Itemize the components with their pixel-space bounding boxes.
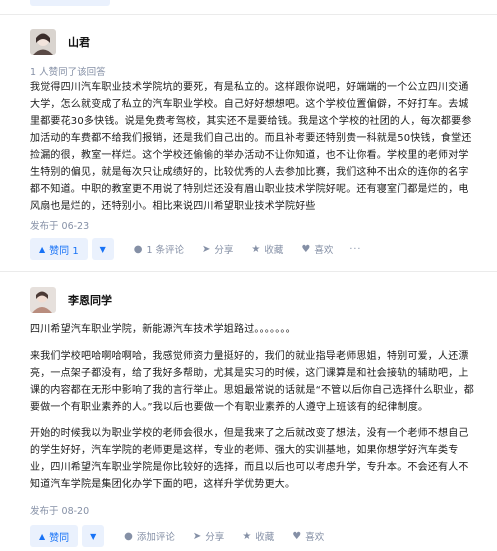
collect-button[interactable]: ★ 收藏 <box>242 529 275 544</box>
comment-button[interactable]: ● 1 条评论 <box>133 242 185 257</box>
heart-icon: ♥ <box>292 530 302 542</box>
upvote-arrow-icon: ▲ <box>39 244 46 254</box>
answer-content: 我觉得四川汽车职业技术学院坑的要死，有是私立的。这样跟你说吧，好端端的一个公立四… <box>30 79 475 215</box>
divider <box>0 14 497 15</box>
avatar-image-icon <box>30 29 56 55</box>
star-icon: ★ <box>242 530 252 542</box>
comment-button[interactable]: ● 添加评论 <box>124 529 175 544</box>
answer-content: 四川希望汽车职业学院，新能源汽车技术学姐路过。。。。。。。 来我们学校吧哈啊哈啊… <box>30 321 475 493</box>
like-button[interactable]: ♥ 喜欢 <box>301 242 334 257</box>
heart-icon: ♥ <box>301 243 311 255</box>
upvote-button[interactable]: ▲ 赞同 <box>30 525 79 547</box>
comment-label: 1 条评论 <box>146 245 185 256</box>
answer-paragraph: 我觉得四川汽车职业技术学院坑的要死，有是私立的。这样跟你说吧，好端端的一个公立四… <box>30 82 472 212</box>
previous-upvote-button-fragment[interactable] <box>30 0 110 6</box>
downvote-button[interactable]: ▼ <box>82 525 105 547</box>
downvote-arrow-icon: ▼ <box>99 244 106 254</box>
share-icon: ➤ <box>202 243 211 255</box>
action-bar: ▲ 赞同 1 ▼ ● 1 条评论 ➤ 分享 ★ 收藏 ♥ 喜欢 ··· <box>30 238 361 260</box>
avatar-image-icon <box>30 287 56 313</box>
divider <box>0 271 497 272</box>
share-label: 分享 <box>214 245 234 256</box>
collect-button[interactable]: ★ 收藏 <box>251 242 284 257</box>
like-label: 喜欢 <box>314 245 334 256</box>
upvote-label: 赞同 <box>49 532 70 544</box>
share-button[interactable]: ➤ 分享 <box>192 529 225 544</box>
publish-date[interactable]: 发布于 06-23 <box>30 218 89 232</box>
action-bar: ▲ 赞同 ▼ ● 添加评论 ➤ 分享 ★ 收藏 ♥ 喜欢 <box>30 525 324 547</box>
upvote-button[interactable]: ▲ 赞同 1 <box>30 238 88 260</box>
previous-answer-actions-fragment <box>0 0 497 12</box>
collect-label: 收藏 <box>264 245 284 256</box>
answer-paragraph: 四川希望汽车职业学院，新能源汽车技术学姐路过。。。。。。。 <box>30 324 296 335</box>
share-button[interactable]: ➤ 分享 <box>202 242 234 257</box>
like-label: 喜欢 <box>305 532 325 543</box>
upvote-label: 赞同 1 <box>49 245 79 257</box>
share-icon: ➤ <box>192 530 202 542</box>
author-info: 山君 <box>30 29 90 55</box>
publish-date[interactable]: 发布于 08-20 <box>30 503 89 517</box>
more-icon: ··· <box>349 243 362 255</box>
comment-label: 添加评论 <box>136 532 175 543</box>
share-label: 分享 <box>205 532 225 543</box>
author-name[interactable]: 山君 <box>68 34 90 50</box>
downvote-arrow-icon: ▼ <box>90 531 97 541</box>
more-button[interactable]: ··· <box>349 244 361 255</box>
author-info: 李恩同学 <box>30 287 112 313</box>
author-name[interactable]: 李恩同学 <box>68 292 112 308</box>
avatar[interactable] <box>30 287 56 313</box>
upvote-arrow-icon: ▲ <box>39 531 46 541</box>
star-icon: ★ <box>251 243 261 255</box>
comment-icon: ● <box>124 530 133 542</box>
collect-label: 收藏 <box>255 532 275 543</box>
like-button[interactable]: ♥ 喜欢 <box>292 529 325 544</box>
answer-paragraph: 开始的时候我以为职业学校的老师会很水，但是我来了之后就改变了想法，没有一个老师不… <box>30 428 469 490</box>
comment-icon: ● <box>133 243 143 255</box>
upvote-count-line[interactable]: 1 人赞同了该回答 <box>30 64 106 78</box>
avatar[interactable] <box>30 29 56 55</box>
downvote-button[interactable]: ▼ <box>91 238 114 260</box>
answer-paragraph: 来我们学校吧哈啊哈啊哈，我感觉师资力量挺好的，我们的就业指导老师思姐，特别可爱，… <box>30 351 474 413</box>
